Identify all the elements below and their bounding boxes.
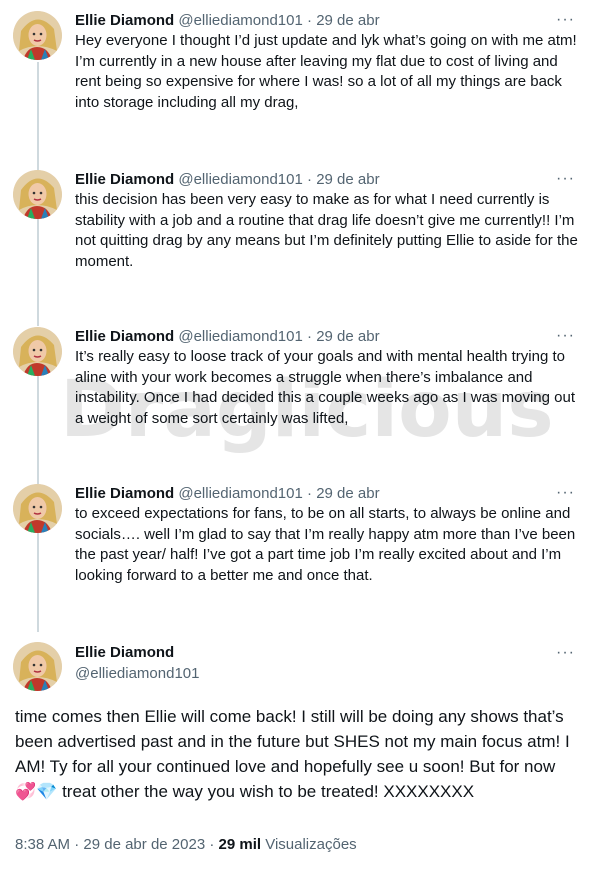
author-name[interactable]: Ellie Diamond (75, 642, 199, 663)
avatar[interactable] (13, 11, 62, 60)
tweet-text: It’s really easy to loose track of your … (75, 348, 576, 427)
author-handle[interactable]: @elliediamond101 (178, 485, 302, 502)
main-tweet-text: time comes then Ellie will come back! I … (15, 704, 585, 804)
tweet-time[interactable]: 8:38 AM (15, 836, 70, 853)
author-handle[interactable]: @elliediamond101 (178, 328, 302, 345)
views-label[interactable]: Visualizações (265, 836, 356, 853)
avatar[interactable] (13, 327, 62, 376)
separator: · (74, 836, 80, 853)
author-handle[interactable]: @elliediamond101 (75, 663, 199, 684)
avatar[interactable] (13, 642, 62, 691)
more-options-icon[interactable]: ··· (556, 327, 575, 345)
tweet-header: Ellie Diamond @elliediamond101 · 29 de a… (75, 484, 380, 504)
tweet-header: Ellie Diamond @elliediamond101 · 29 de a… (75, 327, 380, 347)
avatar[interactable] (13, 170, 62, 219)
thread-line (37, 62, 39, 170)
separator: · (307, 12, 313, 29)
tweet-text: this decision has been very easy to make… (75, 191, 578, 270)
more-options-icon[interactable]: ··· (556, 11, 575, 29)
more-options-icon[interactable]: ··· (556, 484, 575, 502)
author-handle[interactable]: @elliediamond101 (178, 12, 302, 29)
author-handle[interactable]: @elliediamond101 (178, 171, 302, 188)
separator: · (307, 485, 313, 502)
tweet-header: Ellie Diamond @elliediamond101 · 29 de a… (75, 170, 380, 190)
avatar[interactable] (13, 484, 62, 533)
tweet-date[interactable]: 29 de abr (316, 171, 379, 188)
tweet-header: Ellie Diamond @elliediamond101 · 29 de a… (75, 11, 380, 31)
tweet-text: time comes then Ellie will come back! I … (15, 707, 570, 776)
more-options-icon[interactable]: ··· (556, 644, 575, 662)
separator: · (307, 171, 313, 188)
tweet-date[interactable]: 29 de abr (316, 485, 379, 502)
thread-line (37, 375, 39, 484)
tweet-text-end: treat other the way you wish to be treat… (57, 782, 475, 801)
author-name[interactable]: Ellie Diamond (75, 171, 174, 188)
separator: · (307, 328, 313, 345)
tweet-header: Ellie Diamond @elliediamond101 (75, 642, 199, 684)
author-name[interactable]: Ellie Diamond (75, 485, 174, 502)
thread-line (37, 218, 39, 326)
separator: · (209, 836, 215, 853)
tweet-text: to exceed expectations for fans, to be o… (75, 505, 576, 584)
tweet-footer: 8:38 AM · 29 de abr de 2023 · 29 mil Vis… (15, 836, 357, 853)
views-count[interactable]: 29 mil (219, 836, 262, 853)
more-options-icon[interactable]: ··· (556, 170, 575, 188)
heart-diamond-emoji: 💞💎 (15, 782, 58, 801)
tweet-date[interactable]: 29 de abr (316, 12, 379, 29)
author-name[interactable]: Ellie Diamond (75, 328, 174, 345)
tweet-date[interactable]: 29 de abr (316, 328, 379, 345)
tweet-full-date[interactable]: 29 de abr de 2023 (83, 836, 205, 853)
tweet-text: Hey everyone I thought I’d just update a… (75, 32, 577, 111)
thread-line (37, 532, 39, 632)
author-name[interactable]: Ellie Diamond (75, 12, 174, 29)
